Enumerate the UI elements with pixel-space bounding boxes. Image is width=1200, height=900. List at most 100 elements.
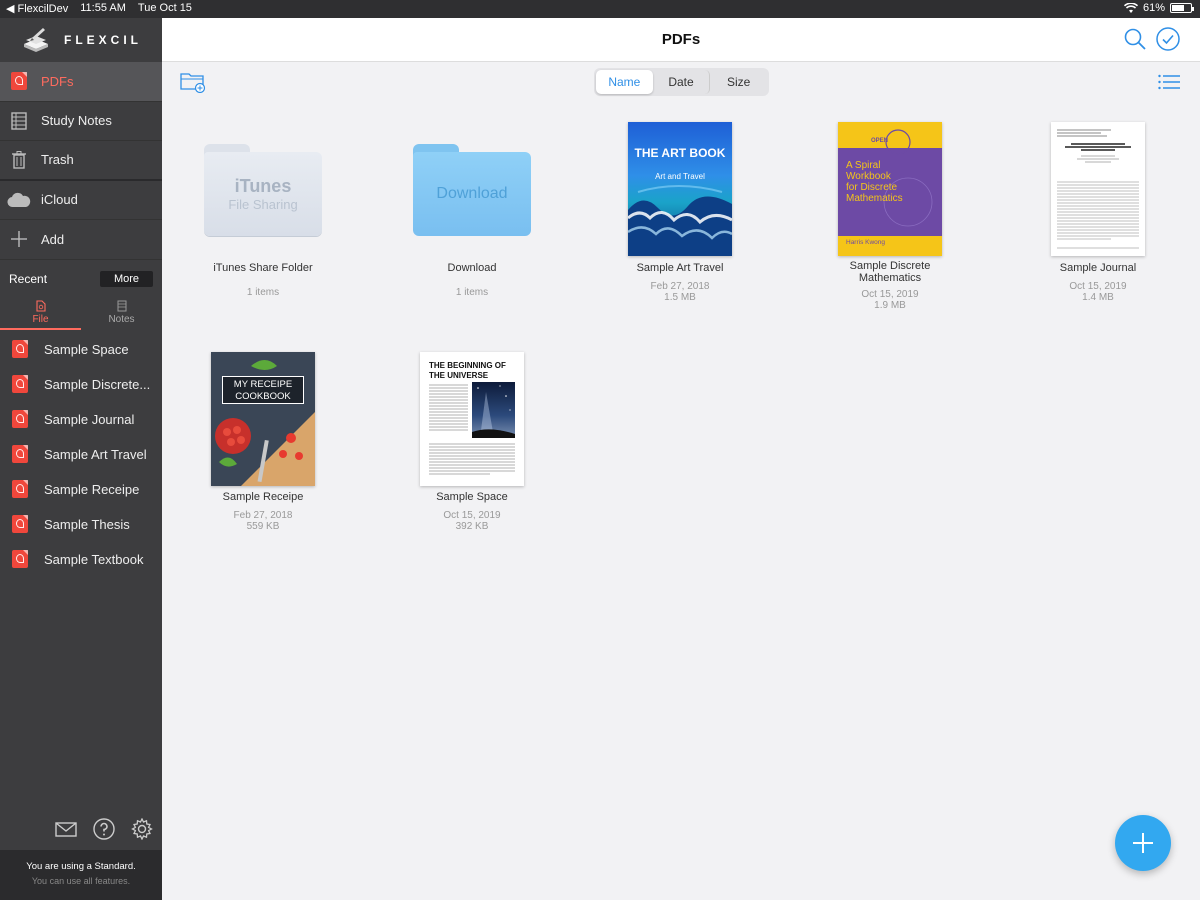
sidebar-item-label: Study Notes: [41, 113, 112, 129]
pdf-icon: [12, 375, 28, 393]
item-name: Sample Space: [436, 491, 508, 503]
logo-text: FLEXCIL: [64, 33, 142, 47]
toolbar: Name Date Size: [162, 62, 1200, 102]
notes-icon: [117, 300, 126, 312]
add-document-button[interactable]: [1115, 815, 1171, 871]
recent-item[interactable]: Sample Art Travel: [0, 437, 162, 472]
recent-item-label: Sample Discrete...: [44, 376, 151, 392]
recent-item[interactable]: Sample Space: [0, 332, 162, 367]
recent-item[interactable]: Sample Journal: [0, 402, 162, 437]
select-check-icon[interactable]: [1156, 27, 1180, 51]
tab-indicator: [0, 327, 81, 330]
sidebar: FLEXCIL PDFs Study Notes Trash iCloud Ad…: [0, 18, 162, 900]
grid-item-art-travel[interactable]: THE ART BOOK Art and Travel Sample Art T…: [590, 122, 770, 312]
date-label: Tue Oct 15: [137, 2, 192, 14]
new-folder-icon[interactable]: [180, 71, 206, 93]
book-cover: OPEN A Spiral Workbook for Discrete Math…: [838, 122, 942, 256]
item-name: Sample Art Travel: [636, 262, 724, 274]
battery-fill: [1172, 5, 1185, 11]
item-meta: Oct 15, 2019: [443, 510, 501, 521]
cover-author: Harris Kwong: [846, 239, 886, 246]
recent-item-label: Sample Space: [44, 341, 129, 357]
mail-icon[interactable]: [55, 818, 77, 840]
carrier-label: ◀ FlexcilDev: [6, 3, 69, 15]
notebook-icon: [11, 112, 27, 130]
flexcil-logo-icon: [24, 28, 48, 52]
item-meta: Feb 27, 2018: [233, 510, 293, 521]
folder-label: Download: [436, 185, 508, 202]
sidebar-item-icloud[interactable]: iCloud: [0, 181, 162, 220]
plan-line-2: You can use all features.: [31, 876, 131, 886]
sidebar-item-add[interactable]: Add: [0, 220, 162, 260]
battery-icon: [1170, 3, 1194, 13]
cloud-icon: [7, 192, 31, 207]
recent-label: Recent: [9, 271, 48, 286]
grid-item-itunes-folder[interactable]: iTunes File Sharing iTunes Share Folder …: [173, 140, 353, 310]
battery-percent: 61%: [1142, 2, 1165, 14]
cover-title-box: MY RECEIPE COOKBOOK: [222, 376, 304, 404]
pdf-icon: [11, 72, 27, 91]
sidebar-item-study-notes[interactable]: Study Notes: [0, 102, 162, 141]
search-icon[interactable]: [1124, 28, 1146, 50]
item-size: 1.5 MB: [664, 292, 696, 303]
recent-item[interactable]: Sample Textbook: [0, 542, 162, 577]
sort-size-button[interactable]: Size: [710, 70, 767, 94]
plan-line-1: You are using a Standard.: [26, 861, 136, 872]
grid-item-journal[interactable]: Sample Journal Oct 15, 2019 1.4 MB: [1008, 122, 1188, 312]
item-name: Download: [447, 262, 497, 274]
item-meta: Oct 15, 2019: [1069, 281, 1127, 292]
item-size: 392 KB: [455, 521, 489, 532]
item-name: iTunes Share Folder: [213, 262, 313, 274]
cover-title-2: COOKBOOK: [235, 391, 291, 402]
cover-title-4: Mathematics: [846, 193, 903, 204]
tab-label: Notes: [108, 314, 135, 325]
folder-label: iTunes: [234, 176, 292, 196]
recent-item-label: Sample Art Travel: [44, 446, 147, 462]
plus-icon: [11, 231, 27, 248]
pdf-icon: [12, 340, 28, 358]
item-name: Sample Discrete Mathematics: [849, 260, 931, 284]
cover-title-1: A Spiral: [846, 160, 881, 171]
space-article-preview: [429, 382, 515, 475]
recent-tabs: File Notes: [0, 296, 162, 330]
food-photo-image: [211, 352, 315, 486]
tab-file[interactable]: File: [0, 296, 81, 330]
sidebar-footer-icons: [55, 818, 153, 840]
item-meta: 1 items: [455, 287, 489, 298]
gear-icon[interactable]: [131, 818, 153, 840]
help-icon[interactable]: [93, 818, 115, 840]
tab-notes[interactable]: Notes: [81, 296, 162, 330]
item-size: 1.4 MB: [1082, 292, 1114, 303]
recent-list: Sample Space Sample Discrete... Sample J…: [0, 332, 162, 577]
item-meta: 1 items: [246, 287, 280, 298]
item-name: Sample Journal: [1059, 262, 1137, 274]
item-name: Sample Receipe: [222, 491, 304, 503]
cover-title-3: for Discrete: [846, 182, 898, 193]
grid-item-receipe[interactable]: MY RECEIPE COOKBOOK Sample Receipe Feb 2…: [173, 352, 353, 542]
list-view-icon[interactable]: [1158, 74, 1180, 90]
sidebar-item-trash[interactable]: Trash: [0, 141, 162, 181]
grid-item-space[interactable]: THE BEGINNING OF THE UNIVERSE Sample Spa…: [382, 352, 562, 542]
recent-item[interactable]: Sample Receipe: [0, 472, 162, 507]
recent-item[interactable]: Sample Thesis: [0, 507, 162, 542]
sidebar-item-pdfs[interactable]: PDFs: [0, 62, 162, 102]
item-meta: Oct 15, 2019: [861, 289, 919, 300]
folder-icon: Download: [413, 144, 531, 236]
trash-icon: [12, 150, 26, 169]
sort-date-button[interactable]: Date: [653, 70, 711, 94]
recent-header: Recent More: [0, 262, 162, 296]
clock: 11:55 AM: [80, 2, 126, 14]
pdf-icon: [12, 445, 28, 463]
item-meta: Feb 27, 2018: [650, 281, 710, 292]
recent-item[interactable]: Sample Discrete...: [0, 367, 162, 402]
recent-item-label: Sample Thesis: [44, 516, 130, 532]
cover-title: THE ART BOOK: [634, 146, 726, 160]
folder-sublabel: File Sharing: [228, 197, 298, 212]
grid-item-discrete-mathematics[interactable]: OPEN A Spiral Workbook for Discrete Math…: [800, 122, 980, 322]
sort-name-button[interactable]: Name: [596, 70, 653, 94]
book-cover: THE BEGINNING OF THE UNIVERSE: [420, 352, 524, 486]
grid-item-download-folder[interactable]: Download Download 1 items: [382, 140, 562, 310]
book-cover: THE ART BOOK Art and Travel: [628, 122, 732, 256]
app-logo: FLEXCIL: [0, 18, 162, 62]
more-button[interactable]: More: [99, 270, 153, 287]
